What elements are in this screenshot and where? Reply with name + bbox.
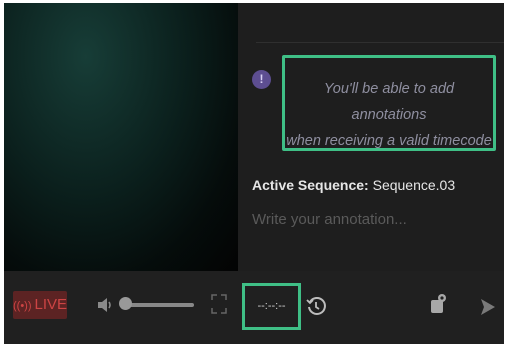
- send-icon[interactable]: [480, 298, 496, 316]
- live-button[interactable]: ((•)) LIVE: [13, 291, 67, 319]
- active-sequence-label: Active Sequence:: [252, 177, 369, 193]
- info-icon: !: [252, 70, 271, 89]
- review-player: ! You'll be able to add annotations when…: [4, 3, 504, 344]
- active-sequence-value: Sequence.03: [372, 177, 456, 193]
- annotation-input[interactable]: [250, 201, 494, 237]
- fullscreen-icon[interactable]: [211, 294, 227, 314]
- timecode-display: --:--:--: [242, 283, 301, 330]
- marker-icon[interactable]: [428, 293, 448, 315]
- speaker-icon[interactable]: [96, 296, 114, 314]
- volume-slider-handle[interactable]: [119, 297, 132, 310]
- active-sequence: Active Sequence: Sequence.03: [252, 177, 455, 193]
- notice-line-1: You'll be able to add annotations: [323, 81, 455, 123]
- notice-line-2: when receiving a valid timecode: [286, 133, 492, 149]
- annotation-panel: ! You'll be able to add annotations when…: [238, 3, 504, 271]
- player-controls: ((•)) LIVE --:--:--: [4, 271, 504, 344]
- video-viewport[interactable]: [4, 3, 238, 271]
- panel-divider: [256, 42, 504, 43]
- timecode-notice: You'll be able to add annotations when r…: [282, 55, 496, 151]
- history-icon[interactable]: [306, 296, 326, 316]
- live-label: LIVE: [34, 296, 68, 313]
- broadcast-icon: ((•)): [13, 300, 32, 312]
